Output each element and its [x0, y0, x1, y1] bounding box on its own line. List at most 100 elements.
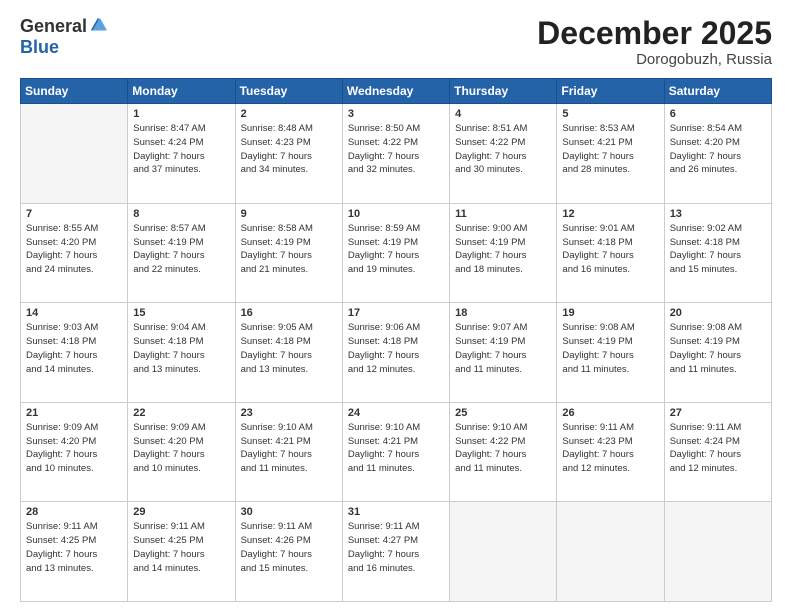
day-number: 21 [26, 407, 122, 419]
week-row-3: 14 Sunrise: 9:03 AMSunset: 4:18 PMDayligh… [21, 303, 772, 403]
day-number: 14 [26, 307, 122, 319]
day-info: Sunrise: 9:08 AMSunset: 4:19 PMDaylight:… [562, 321, 658, 376]
day-cell: 24 Sunrise: 9:10 AMSunset: 4:21 PMDayligh… [342, 402, 449, 502]
day-number: 13 [670, 208, 766, 220]
day-number: 6 [670, 108, 766, 120]
day-info: Sunrise: 9:02 AMSunset: 4:18 PMDaylight:… [670, 222, 766, 277]
header: General Blue December 2025 Dorogobuzh, R… [20, 16, 772, 68]
day-number: 12 [562, 208, 658, 220]
day-number: 28 [26, 506, 122, 518]
weekday-header-thursday: Thursday [450, 79, 557, 104]
day-number: 27 [670, 407, 766, 419]
day-cell: 25Sunrise: 9:10 AMSunset: 4:22 PMDayligh… [450, 402, 557, 502]
day-info: Sunrise: 8:48 AMSunset: 4:23 PMDaylight:… [241, 122, 337, 177]
day-number: 24 [348, 407, 444, 419]
day-cell: 28 Sunrise: 9:11 AMSunset: 4:25 PMDayligh… [21, 502, 128, 602]
day-cell [21, 104, 128, 204]
day-cell: 1Sunrise: 8:47 AMSunset: 4:24 PMDaylight… [128, 104, 235, 204]
day-info: Sunrise: 9:10 AMSunset: 4:21 PMDaylight:… [241, 421, 337, 476]
day-info: Sunrise: 8:53 AMSunset: 4:21 PMDaylight:… [562, 122, 658, 177]
day-cell [664, 502, 771, 602]
day-info: Sunrise: 9:08 AMSunset: 4:19 PMDaylight:… [670, 321, 766, 376]
day-cell: 10 Sunrise: 8:59 AMSunset: 4:19 PMDayligh… [342, 203, 449, 303]
day-cell: 13 Sunrise: 9:02 AMSunset: 4:18 PMDayligh… [664, 203, 771, 303]
day-cell: 22 Sunrise: 9:09 AMSunset: 4:20 PMDayligh… [128, 402, 235, 502]
day-info: Sunrise: 9:10 AMSunset: 4:21 PMDaylight:… [348, 421, 444, 476]
day-info: Sunrise: 8:59 AMSunset: 4:19 PMDaylight:… [348, 222, 444, 277]
day-cell [557, 502, 664, 602]
day-number: 20 [670, 307, 766, 319]
title-block: December 2025 Dorogobuzh, Russia [537, 16, 772, 68]
day-info: Sunrise: 8:54 AMSunset: 4:20 PMDaylight:… [670, 122, 766, 177]
day-info: Sunrise: 8:51 AMSunset: 4:22 PMDaylight:… [455, 122, 551, 177]
day-cell: 16 Sunrise: 9:05 AMSunset: 4:18 PMDayligh… [235, 303, 342, 403]
page: General Blue December 2025 Dorogobuzh, R… [0, 0, 792, 612]
day-number: 11 [455, 208, 551, 220]
day-cell: 20 Sunrise: 9:08 AMSunset: 4:19 PMDayligh… [664, 303, 771, 403]
day-info: Sunrise: 8:50 AMSunset: 4:22 PMDaylight:… [348, 122, 444, 177]
day-cell: 4 Sunrise: 8:51 AMSunset: 4:22 PMDaylight… [450, 104, 557, 204]
logo-blue: Blue [20, 37, 107, 58]
day-number: 23 [241, 407, 337, 419]
week-row-1: 1Sunrise: 8:47 AMSunset: 4:24 PMDaylight… [21, 104, 772, 204]
month-title: December 2025 [537, 16, 772, 51]
day-info: Sunrise: 9:01 AMSunset: 4:18 PMDaylight:… [562, 222, 658, 277]
day-number: 16 [241, 307, 337, 319]
day-number: 5 [562, 108, 658, 120]
weekday-header-tuesday: Tuesday [235, 79, 342, 104]
day-cell: 2Sunrise: 8:48 AMSunset: 4:23 PMDaylight… [235, 104, 342, 204]
day-number: 3 [348, 108, 444, 120]
day-info: Sunrise: 9:00 AMSunset: 4:19 PMDaylight:… [455, 222, 551, 277]
day-number: 26 [562, 407, 658, 419]
day-info: Sunrise: 8:57 AMSunset: 4:19 PMDaylight:… [133, 222, 229, 277]
day-cell: 3 Sunrise: 8:50 AMSunset: 4:22 PMDaylight… [342, 104, 449, 204]
day-info: Sunrise: 9:04 AMSunset: 4:18 PMDaylight:… [133, 321, 229, 376]
logo: General Blue [20, 16, 107, 58]
day-info: Sunrise: 9:03 AMSunset: 4:18 PMDaylight:… [26, 321, 122, 376]
day-info: Sunrise: 9:09 AMSunset: 4:20 PMDaylight:… [26, 421, 122, 476]
day-cell: 14 Sunrise: 9:03 AMSunset: 4:18 PMDayligh… [21, 303, 128, 403]
day-number: 22 [133, 407, 229, 419]
day-number: 19 [562, 307, 658, 319]
day-info: Sunrise: 8:58 AMSunset: 4:19 PMDaylight:… [241, 222, 337, 277]
weekday-header-sunday: Sunday [21, 79, 128, 104]
day-info: Sunrise: 9:06 AMSunset: 4:18 PMDaylight:… [348, 321, 444, 376]
day-info: Sunrise: 9:11 AMSunset: 4:23 PMDaylight:… [562, 421, 658, 476]
day-number: 4 [455, 108, 551, 120]
day-cell [450, 502, 557, 602]
day-number: 29 [133, 506, 229, 518]
day-info: Sunrise: 9:11 AMSunset: 4:25 PMDaylight:… [26, 520, 122, 575]
day-cell: 19 Sunrise: 9:08 AMSunset: 4:19 PMDayligh… [557, 303, 664, 403]
day-info: Sunrise: 9:10 AMSunset: 4:22 PMDaylight:… [455, 421, 551, 476]
weekday-header-row: SundayMondayTuesdayWednesdayThursdayFrid… [21, 79, 772, 104]
weekday-header-monday: Monday [128, 79, 235, 104]
day-number: 10 [348, 208, 444, 220]
day-cell: 27 Sunrise: 9:11 AMSunset: 4:24 PMDayligh… [664, 402, 771, 502]
week-row-5: 28 Sunrise: 9:11 AMSunset: 4:25 PMDayligh… [21, 502, 772, 602]
day-cell: 12 Sunrise: 9:01 AMSunset: 4:18 PMDayligh… [557, 203, 664, 303]
day-info: Sunrise: 9:09 AMSunset: 4:20 PMDaylight:… [133, 421, 229, 476]
day-info: Sunrise: 9:05 AMSunset: 4:18 PMDaylight:… [241, 321, 337, 376]
logo-icon [89, 16, 107, 34]
day-info: Sunrise: 9:11 AMSunset: 4:24 PMDaylight:… [670, 421, 766, 476]
day-number: 15 [133, 307, 229, 319]
day-cell: 7Sunrise: 8:55 AMSunset: 4:20 PMDaylight… [21, 203, 128, 303]
day-number: 7 [26, 208, 122, 220]
day-cell: 30Sunrise: 9:11 AMSunset: 4:26 PMDayligh… [235, 502, 342, 602]
weekday-header-saturday: Saturday [664, 79, 771, 104]
day-number: 8 [133, 208, 229, 220]
day-number: 17 [348, 307, 444, 319]
day-number: 30 [241, 506, 337, 518]
day-info: Sunrise: 9:11 AMSunset: 4:25 PMDaylight:… [133, 520, 229, 575]
day-cell: 6 Sunrise: 8:54 AMSunset: 4:20 PMDaylight… [664, 104, 771, 204]
day-cell: 23 Sunrise: 9:10 AMSunset: 4:21 PMDayligh… [235, 402, 342, 502]
day-number: 18 [455, 307, 551, 319]
day-info: Sunrise: 8:47 AMSunset: 4:24 PMDaylight:… [133, 122, 229, 177]
weekday-header-friday: Friday [557, 79, 664, 104]
week-row-2: 7Sunrise: 8:55 AMSunset: 4:20 PMDaylight… [21, 203, 772, 303]
day-cell: 17 Sunrise: 9:06 AMSunset: 4:18 PMDayligh… [342, 303, 449, 403]
day-info: Sunrise: 9:07 AMSunset: 4:19 PMDaylight:… [455, 321, 551, 376]
location: Dorogobuzh, Russia [537, 51, 772, 68]
day-cell: 26 Sunrise: 9:11 AMSunset: 4:23 PMDayligh… [557, 402, 664, 502]
day-cell: 31Sunrise: 9:11 AMSunset: 4:27 PMDayligh… [342, 502, 449, 602]
